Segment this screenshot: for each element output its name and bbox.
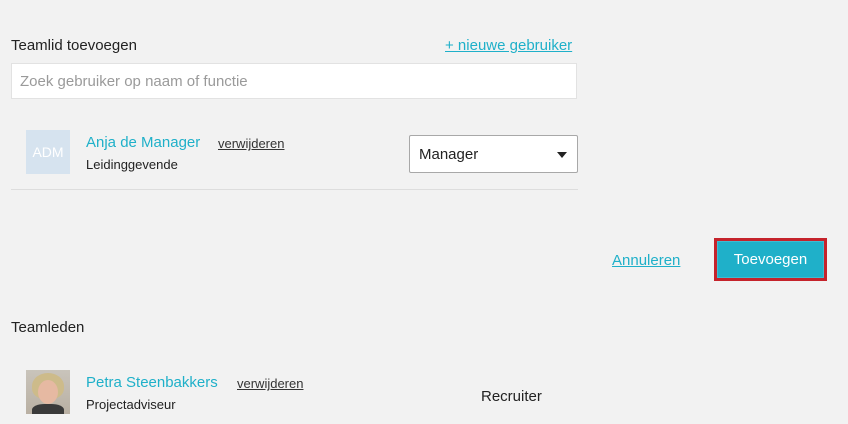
add-member-title: Teamlid toevoegen — [11, 37, 137, 54]
add-button-label: Toevoegen — [717, 241, 824, 278]
role-select-value: Manager — [419, 145, 479, 163]
divider — [11, 189, 578, 190]
add-button[interactable]: Toevoegen — [714, 238, 827, 281]
team-members-title: Teamleden — [11, 319, 85, 336]
member-photo — [26, 370, 70, 414]
member-remove-link[interactable]: verwijderen — [237, 376, 303, 391]
chevron-down-icon — [557, 152, 567, 158]
role-select[interactable]: Manager — [409, 135, 578, 173]
cancel-link[interactable]: Annuleren — [612, 252, 680, 269]
avatar: ADM — [26, 130, 70, 174]
candidate-name: Anja de Manager — [86, 134, 201, 151]
member-subtitle: Projectadviseur — [86, 397, 176, 412]
member-role: Recruiter — [481, 388, 542, 405]
new-user-link[interactable]: + nieuwe gebruiker — [445, 37, 572, 54]
member-name: Petra Steenbakkers — [86, 374, 218, 391]
candidate-subtitle: Leidinggevende — [86, 157, 178, 172]
user-search-input[interactable] — [11, 63, 577, 99]
avatar-initials: ADM — [32, 144, 64, 160]
candidate-remove-link[interactable]: verwijderen — [218, 136, 284, 151]
